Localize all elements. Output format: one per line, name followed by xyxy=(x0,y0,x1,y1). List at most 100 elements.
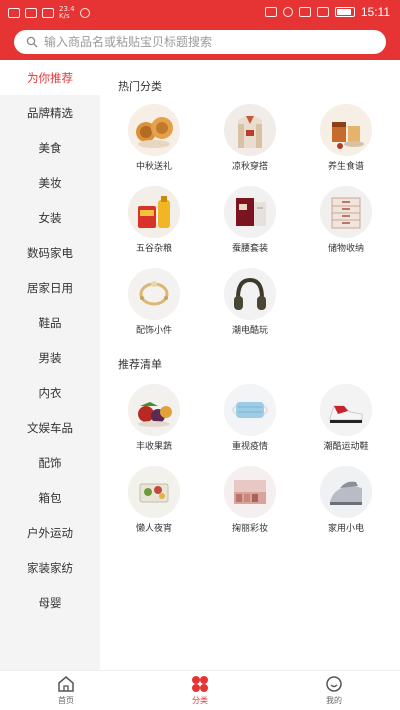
sidebar-item-label: 鞋品 xyxy=(38,315,62,330)
recommend-label: 潮酷运动鞋 xyxy=(323,442,369,452)
alarm-icon xyxy=(282,7,293,17)
category-sidebar: 为你推荐 品牌精选 美食 美妆 女装 数码家电 居家日用 鞋品 男装 内衣 文娱… xyxy=(0,60,100,670)
sidebar-item-baby[interactable]: 母婴 xyxy=(0,585,100,620)
section-title-recommend: 推荐清单 xyxy=(118,358,162,371)
category-icon xyxy=(192,676,208,692)
recommend-label: 家用小电 xyxy=(327,524,364,534)
app-notification-icon xyxy=(8,8,20,18)
bracelet-icon xyxy=(128,268,180,320)
sidebar-item-home-textile[interactable]: 家装家纺 xyxy=(0,550,100,585)
mooncake-icon xyxy=(128,104,180,156)
recommend-tile[interactable]: 懒人夜宵 xyxy=(114,466,194,536)
status-bar: 23.4 K/s 15:11 xyxy=(0,0,400,26)
category-label: 潮电酷玩 xyxy=(231,326,268,336)
box-set-icon xyxy=(224,186,276,238)
battery-icon xyxy=(334,7,355,17)
sidebar-item-label: 户外运动 xyxy=(27,525,73,540)
search-bar[interactable] xyxy=(14,30,386,54)
sidebar-item-label: 母婴 xyxy=(38,595,62,610)
sidebar-item-label: 美食 xyxy=(38,140,62,155)
profile-icon xyxy=(326,676,342,692)
recommend-tile[interactable]: 掬丽彩妆 xyxy=(210,466,290,536)
category-tile[interactable]: 蚕腰套装 xyxy=(210,186,290,256)
sidebar-item-food[interactable]: 美食 xyxy=(0,130,100,165)
category-tile[interactable]: 养生食谱 xyxy=(306,104,386,174)
category-label: 五谷杂粮 xyxy=(135,244,172,254)
sidebar-item-mens[interactable]: 男装 xyxy=(0,340,100,375)
sidebar-item-entertainment-auto[interactable]: 文娱车品 xyxy=(0,410,100,445)
sidebar-item-label: 箱包 xyxy=(38,490,62,505)
sidebar-item-label: 美妆 xyxy=(38,175,62,190)
nav-profile-label: 我的 xyxy=(326,696,342,705)
search-input[interactable] xyxy=(44,35,344,49)
category-tile[interactable]: 中秋送礼 xyxy=(114,104,194,174)
sidebar-item-bags[interactable]: 箱包 xyxy=(0,480,100,515)
mask-icon xyxy=(224,384,276,436)
tea-icon xyxy=(320,104,372,156)
sidebar-item-outdoor[interactable]: 户外运动 xyxy=(0,515,100,550)
category-tile[interactable]: 储物收纳 xyxy=(306,186,386,256)
sidebar-item-recommended[interactable]: 为你推荐 xyxy=(0,60,100,95)
recommend-tile[interactable]: 潮酷运动鞋 xyxy=(306,384,386,454)
drawer-icon xyxy=(320,186,372,238)
sidebar-item-label: 居家日用 xyxy=(27,280,73,295)
nav-category-label: 分类 xyxy=(192,696,208,705)
snack-icon xyxy=(128,466,180,518)
iron-icon xyxy=(320,466,372,518)
fruit-icon xyxy=(128,384,180,436)
headphones-icon xyxy=(224,268,276,320)
sidebar-item-underwear[interactable]: 内衣 xyxy=(0,375,100,410)
search-header xyxy=(0,26,400,60)
sidebar-item-label: 内衣 xyxy=(38,385,62,400)
category-label: 储物收纳 xyxy=(327,244,364,254)
nav-home[interactable]: 首页 xyxy=(26,675,106,709)
category-label: 蚕腰套装 xyxy=(231,244,268,254)
category-tile[interactable]: 配饰小件 xyxy=(114,268,194,338)
recommend-label: 重视疫情 xyxy=(231,442,268,452)
sidebar-item-accessories[interactable]: 配饰 xyxy=(0,445,100,480)
eye-icon xyxy=(79,8,90,18)
sidebar-item-household[interactable]: 居家日用 xyxy=(0,270,100,305)
sidebar-item-label: 女装 xyxy=(38,210,62,225)
nfc-icon xyxy=(264,7,277,17)
nav-category[interactable]: 分类 xyxy=(160,675,240,709)
clock: 15:11 xyxy=(360,5,390,19)
sidebar-item-label: 男装 xyxy=(38,350,62,365)
network-speed: 23.4 K/s xyxy=(59,5,75,20)
category-label: 养生食谱 xyxy=(327,162,364,172)
sidebar-item-label: 为你推荐 xyxy=(27,70,73,85)
sidebar-item-womens[interactable]: 女装 xyxy=(0,200,100,235)
category-label: 凉秋穿搭 xyxy=(231,162,268,172)
recommend-label: 掬丽彩妆 xyxy=(231,524,268,534)
search-icon xyxy=(26,36,38,48)
sidebar-item-digital[interactable]: 数码家电 xyxy=(0,235,100,270)
category-tile[interactable]: 潮电酷玩 xyxy=(210,268,290,338)
sidebar-item-beauty[interactable]: 美妆 xyxy=(0,165,100,200)
category-tile[interactable]: 五谷杂粮 xyxy=(114,186,194,256)
recommend-label: 懒人夜宵 xyxy=(135,524,172,534)
sidebar-item-shoes[interactable]: 鞋品 xyxy=(0,305,100,340)
grain-icon xyxy=(128,186,180,238)
bottom-nav: 首页 分类 我的 xyxy=(0,670,400,710)
category-tile[interactable]: 凉秋穿搭 xyxy=(210,104,290,174)
clothes-icon xyxy=(224,104,276,156)
nav-home-label: 首页 xyxy=(58,696,74,705)
recommend-label: 丰收果蔬 xyxy=(135,442,172,452)
recommend-tile[interactable]: 丰收果蔬 xyxy=(114,384,194,454)
section-title-hot: 热门分类 xyxy=(118,80,162,93)
category-label: 配饰小件 xyxy=(135,326,172,336)
wifi-icon xyxy=(42,8,54,18)
nav-profile[interactable]: 我的 xyxy=(294,675,374,709)
recommend-tile[interactable]: 重视疫情 xyxy=(210,384,290,454)
sidebar-item-label: 配饰 xyxy=(38,455,62,470)
recommend-tile[interactable]: 家用小电 xyxy=(306,466,386,536)
sidebar-item-label: 数码家电 xyxy=(27,245,73,260)
home-icon xyxy=(58,676,74,692)
category-label: 中秋送礼 xyxy=(135,162,172,172)
sidebar-item-label: 家装家纺 xyxy=(27,560,73,575)
sidebar-item-label: 文娱车品 xyxy=(27,420,73,435)
sidebar-item-brands[interactable]: 品牌精选 xyxy=(0,95,100,130)
bluetooth-icon xyxy=(298,7,311,17)
sidebar-item-label: 品牌精选 xyxy=(27,105,73,120)
sneaker-icon xyxy=(320,384,372,436)
